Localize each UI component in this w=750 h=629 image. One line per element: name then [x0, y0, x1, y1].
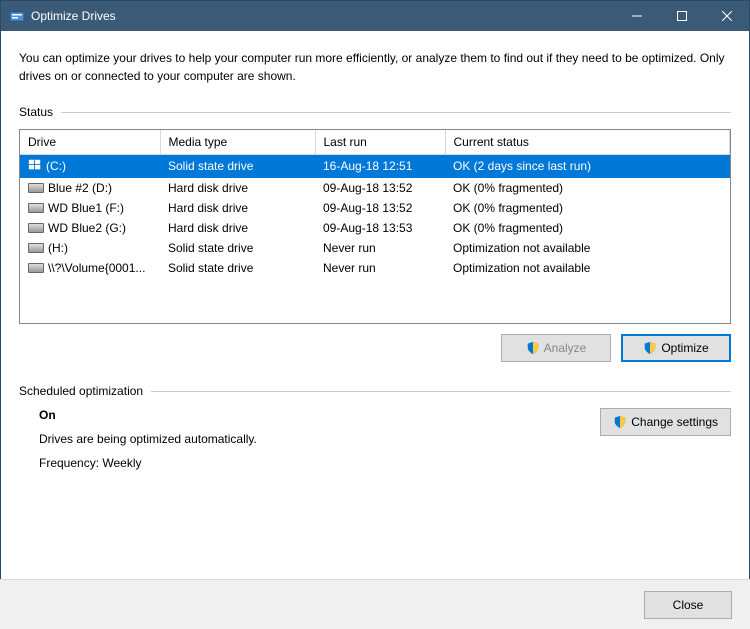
schedule-state: On — [39, 408, 600, 422]
maximize-button[interactable] — [659, 1, 704, 31]
hdd-drive-icon — [28, 223, 44, 233]
last-run: Never run — [315, 258, 445, 278]
windows-drive-icon — [28, 158, 42, 175]
minimize-button[interactable] — [614, 1, 659, 31]
table-row[interactable]: WD Blue2 (G:) Hard disk drive09-Aug-18 13… — [20, 218, 730, 238]
current-status: OK (0% fragmented) — [445, 218, 730, 238]
table-header-row[interactable]: Drive Media type Last run Current status — [20, 130, 730, 154]
media-type: Solid state drive — [160, 258, 315, 278]
shield-icon — [613, 415, 627, 429]
current-status: Optimization not available — [445, 238, 730, 258]
table-row[interactable]: (H:) Solid state driveNever runOptimizati… — [20, 238, 730, 258]
media-type: Solid state drive — [160, 154, 315, 178]
drive-name: (C:) — [46, 159, 66, 173]
optimize-label: Optimize — [661, 341, 708, 355]
shield-icon — [526, 341, 540, 355]
hdd-drive-icon — [28, 243, 44, 253]
schedule-label: Scheduled optimization — [19, 384, 731, 398]
table-row[interactable]: Blue #2 (D:) Hard disk drive09-Aug-18 13:… — [20, 178, 730, 198]
drive-name: WD Blue2 (G:) — [48, 221, 126, 235]
col-status[interactable]: Current status — [445, 130, 730, 154]
table-row[interactable]: WD Blue1 (F:) Hard disk drive09-Aug-18 13… — [20, 198, 730, 218]
description-text: You can optimize your drives to help you… — [19, 49, 731, 85]
table-row[interactable]: \\?\Volume{0001... Solid state driveNever… — [20, 258, 730, 278]
col-drive[interactable]: Drive — [20, 130, 160, 154]
last-run: Never run — [315, 238, 445, 258]
drives-table[interactable]: Drive Media type Last run Current status… — [19, 129, 731, 324]
col-last[interactable]: Last run — [315, 130, 445, 154]
app-icon — [9, 8, 25, 24]
status-label-text: Status — [19, 105, 53, 119]
hdd-drive-icon — [28, 203, 44, 213]
media-type: Hard disk drive — [160, 178, 315, 198]
drive-name: (H:) — [48, 241, 68, 255]
analyze-label: Analyze — [544, 341, 587, 355]
shield-icon — [643, 341, 657, 355]
change-settings-label: Change settings — [631, 415, 718, 429]
current-status: OK (0% fragmented) — [445, 198, 730, 218]
drive-name: WD Blue1 (F:) — [48, 201, 124, 215]
current-status: OK (2 days since last run) — [445, 154, 730, 178]
media-type: Solid state drive — [160, 238, 315, 258]
close-dialog-button[interactable]: Close — [644, 591, 732, 619]
schedule-frequency: Frequency: Weekly — [39, 456, 600, 470]
last-run: 09-Aug-18 13:52 — [315, 198, 445, 218]
media-type: Hard disk drive — [160, 198, 315, 218]
current-status: OK (0% fragmented) — [445, 178, 730, 198]
schedule-auto-text: Drives are being optimized automatically… — [39, 432, 600, 446]
footer: Close — [0, 579, 750, 629]
last-run: 16-Aug-18 12:51 — [315, 154, 445, 178]
media-type: Hard disk drive — [160, 218, 315, 238]
schedule-label-text: Scheduled optimization — [19, 384, 143, 398]
status-label: Status — [19, 105, 731, 119]
drive-name: Blue #2 (D:) — [48, 181, 112, 195]
current-status: Optimization not available — [445, 258, 730, 278]
last-run: 09-Aug-18 13:52 — [315, 178, 445, 198]
optimize-button[interactable]: Optimize — [621, 334, 731, 362]
hdd-drive-icon — [28, 183, 44, 193]
analyze-button[interactable]: Analyze — [501, 334, 611, 362]
titlebar: Optimize Drives — [1, 1, 749, 31]
window-title: Optimize Drives — [31, 9, 614, 23]
close-label: Close — [673, 598, 704, 612]
last-run: 09-Aug-18 13:53 — [315, 218, 445, 238]
drive-name: \\?\Volume{0001... — [48, 261, 145, 275]
change-settings-button[interactable]: Change settings — [600, 408, 731, 436]
table-row[interactable]: (C:) Solid state drive16-Aug-18 12:51OK (… — [20, 154, 730, 178]
hdd-drive-icon — [28, 263, 44, 273]
col-media[interactable]: Media type — [160, 130, 315, 154]
close-button[interactable] — [704, 1, 749, 31]
